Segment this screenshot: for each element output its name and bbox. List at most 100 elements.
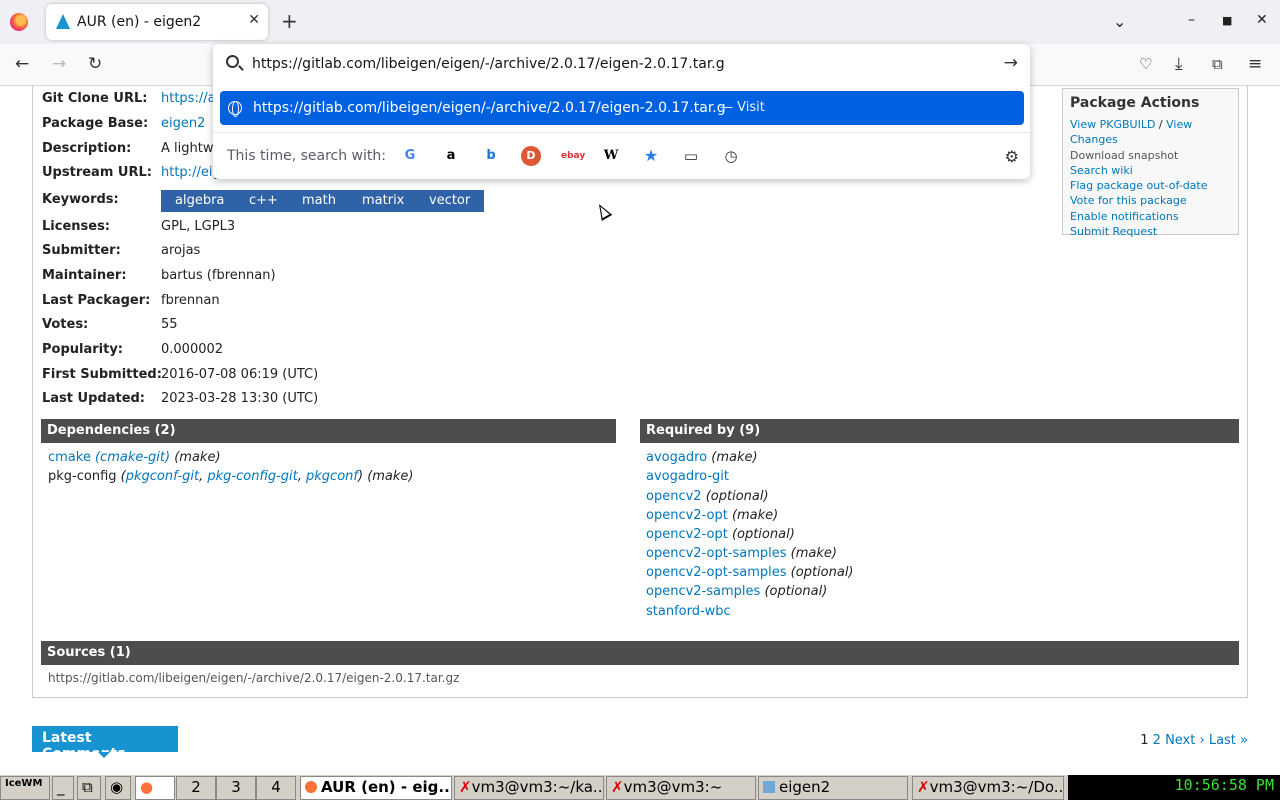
wikipedia-icon[interactable]: W: [601, 146, 621, 166]
view-pkgbuild-link[interactable]: View PKGBUILD: [1070, 118, 1155, 131]
firefox-icon[interactable]: [10, 13, 28, 31]
google-icon[interactable]: G: [400, 146, 420, 166]
last-page-link[interactable]: Last »: [1209, 733, 1248, 748]
list-tabs-chevron-icon[interactable]: ⌄: [1113, 12, 1126, 31]
keyword-tag[interactable]: matrix: [348, 190, 419, 212]
url-suggestion-row[interactable]: https://gitlab.com/libeigen/eigen/-/arch…: [220, 91, 1024, 125]
required-by-row: opencv2 (optional): [646, 489, 769, 504]
reqby-link[interactable]: opencv2-opt: [646, 508, 728, 523]
terminal-icon: ✗: [917, 778, 930, 796]
terminal-icon: ✗: [611, 778, 624, 796]
submitter-value: arojas: [161, 243, 201, 258]
dep-type: (make): [174, 450, 221, 465]
task-firefox[interactable]: AUR (en) - eig...: [300, 776, 452, 800]
reqby-link[interactable]: opencv2-opt-samples: [646, 546, 787, 561]
minimize-icon[interactable]: –: [1188, 12, 1195, 28]
keyword-tag[interactable]: c++: [235, 190, 292, 212]
browser-launcher-icon[interactable]: ◉: [105, 776, 131, 800]
dependencies-header: Dependencies (2): [41, 419, 616, 443]
dep-alt-link[interactable]: pkgconf-git: [126, 469, 199, 484]
votes-value: 55: [161, 317, 178, 332]
download-snapshot-link[interactable]: Download snapshot: [1070, 148, 1231, 163]
workspace-2[interactable]: 2: [176, 776, 216, 800]
reqby-link[interactable]: opencv2: [646, 489, 702, 504]
search-settings-gear-icon[interactable]: ⚙: [1005, 147, 1019, 166]
dep-alt-link[interactable]: pkg-config-git: [207, 469, 297, 484]
window-list-icon[interactable]: ⧉: [77, 776, 101, 800]
amazon-icon[interactable]: a: [441, 146, 461, 166]
reqby-link[interactable]: opencv2-opt-samples: [646, 565, 787, 580]
start-menu-icon[interactable]: IceWM: [0, 776, 50, 800]
last-packager-value: fbrennan: [161, 293, 220, 308]
reqby-type: (make): [790, 546, 837, 561]
workspace-4[interactable]: 4: [256, 776, 296, 800]
dependency-row: cmake (cmake-git) (make): [48, 450, 221, 465]
history-icon[interactable]: ◷: [721, 146, 741, 166]
ebay-icon[interactable]: ebay: [561, 146, 585, 166]
pocket-icon[interactable]: ♡: [1139, 55, 1152, 73]
enable-notifications-link[interactable]: Enable notifications: [1070, 209, 1231, 224]
bookmarks-star-icon[interactable]: ★: [641, 146, 661, 166]
dep-link[interactable]: cmake: [48, 450, 91, 465]
maximize-icon[interactable]: ■: [1222, 14, 1232, 27]
source-url[interactable]: https://gitlab.com/libeigen/eigen/-/arch…: [48, 671, 459, 685]
url-input[interactable]: [252, 52, 992, 76]
workspace-1-firefox-icon[interactable]: ●: [135, 776, 175, 800]
folder-icon: [763, 781, 775, 793]
menu-icon[interactable]: ≡: [1248, 55, 1262, 73]
tabs-icon[interactable]: ▭: [681, 146, 701, 166]
flag-out-of-date-link[interactable]: Flag package out-of-date: [1070, 178, 1231, 193]
comments-pager: 1 2 Next › Last »: [1140, 733, 1248, 748]
new-tab-icon[interactable]: +: [281, 11, 298, 31]
info-label: Licenses:: [42, 219, 111, 234]
go-arrow-icon[interactable]: →: [1004, 53, 1018, 73]
one-off-search-bar: This time, search with: G a b D ebay W ★…: [213, 132, 1030, 179]
submit-request-link[interactable]: Submit Request: [1070, 224, 1231, 239]
search-with-label: This time, search with:: [227, 148, 386, 164]
reqby-link[interactable]: stanford-wbc: [646, 604, 731, 619]
back-icon[interactable]: ←: [15, 55, 29, 73]
search-wiki-link[interactable]: Search wiki: [1070, 163, 1231, 178]
downloads-icon[interactable]: ⤓: [1175, 55, 1183, 73]
last-updated-value: 2023-03-28 13:30 (UTC): [161, 391, 319, 406]
reqby-link[interactable]: avogadro-git: [646, 469, 729, 484]
show-desktop-icon[interactable]: _: [52, 776, 74, 800]
suggestion-url: https://gitlab.com/libeigen/eigen/-/arch…: [253, 100, 726, 116]
reqby-link[interactable]: opencv2-samples: [646, 584, 760, 599]
keyword-tag[interactable]: algebra: [161, 190, 239, 212]
page-2-link[interactable]: 2: [1153, 733, 1161, 748]
task-terminal-3[interactable]: ✗vm3@vm3:~/Do...: [912, 776, 1064, 800]
dep-alt-link[interactable]: pkgconf: [306, 469, 358, 484]
required-by-row: opencv2-opt (make): [646, 508, 778, 523]
page-current: 1: [1140, 733, 1149, 748]
task-file-manager[interactable]: eigen2: [758, 776, 908, 800]
close-window-icon[interactable]: ✕: [1256, 12, 1268, 28]
popularity-value: 0.000002: [161, 342, 224, 357]
reload-icon[interactable]: ↻: [88, 55, 102, 73]
licenses-value: GPL, LGPL3: [161, 219, 236, 234]
dep-alt-link[interactable]: (cmake-git): [95, 450, 170, 465]
workspace-3[interactable]: 3: [216, 776, 256, 800]
keyword-tag[interactable]: math: [288, 190, 350, 212]
bing-icon[interactable]: b: [481, 146, 501, 166]
forward-icon[interactable]: →: [52, 55, 66, 73]
package-base-link[interactable]: eigen2: [161, 116, 205, 131]
close-tab-icon[interactable]: ✕: [248, 12, 260, 28]
reqby-link[interactable]: avogadro: [646, 450, 707, 465]
arch-favicon-icon: [56, 14, 70, 29]
suggestion-visit: — Visit: [720, 100, 765, 115]
keyword-tag[interactable]: vector: [415, 190, 485, 212]
browser-tab[interactable]: AUR (en) - eigen2 ✕: [46, 4, 268, 40]
next-page-link[interactable]: Next ›: [1165, 733, 1205, 748]
required-by-row: avogadro (make): [646, 450, 758, 465]
task-label: vm3@vm3:~/Do...: [929, 778, 1064, 796]
reqby-link[interactable]: opencv2-opt: [646, 527, 728, 542]
duckduckgo-icon[interactable]: D: [521, 146, 541, 166]
task-label: vm3@vm3:~: [623, 778, 723, 796]
task-terminal-1[interactable]: ✗vm3@vm3:~/ka...: [454, 776, 604, 800]
reqby-type: (make): [711, 450, 758, 465]
task-terminal-2[interactable]: ✗vm3@vm3:~: [606, 776, 756, 800]
extensions-icon[interactable]: ⧉: [1212, 55, 1223, 73]
reqby-type: (optional): [705, 489, 769, 504]
vote-link[interactable]: Vote for this package: [1070, 193, 1231, 208]
